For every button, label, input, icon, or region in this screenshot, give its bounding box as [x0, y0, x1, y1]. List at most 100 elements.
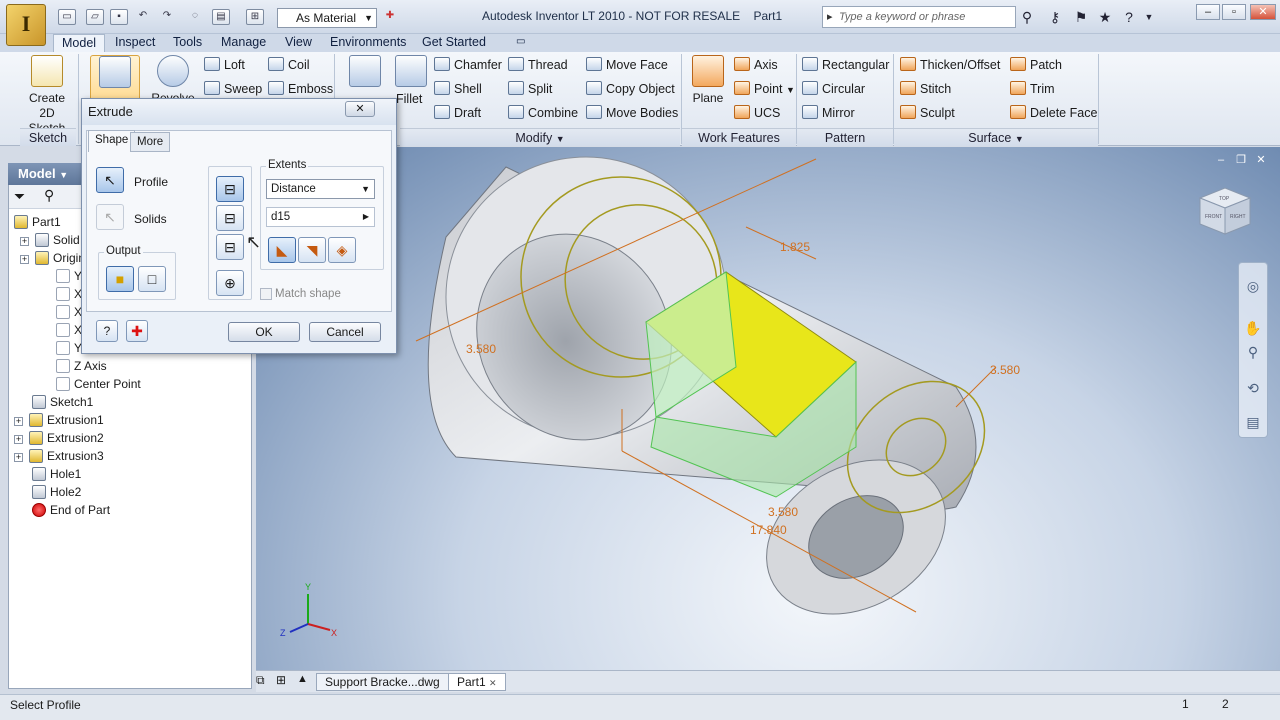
help-button[interactable]: ?	[96, 320, 118, 342]
tab-tools[interactable]: Tools	[165, 34, 210, 52]
tree-item[interactable]: + Extrusion3	[14, 447, 250, 465]
tab-shape[interactable]: Shape	[88, 130, 136, 152]
circular-pattern-button[interactable]: Circular	[802, 80, 865, 100]
tree-item[interactable]: Hole1	[14, 465, 250, 483]
chamfer-button[interactable]: Chamfer	[434, 56, 502, 76]
application-menu-button[interactable]: I	[6, 4, 46, 46]
tab-scroll-up-icon[interactable]: ▲	[297, 673, 308, 685]
steering-wheel-icon[interactable]: ◎	[1243, 276, 1263, 296]
tree-item[interactable]: + Extrusion1	[14, 411, 250, 429]
close-icon[interactable]: ✕	[1250, 4, 1276, 20]
orbit-icon[interactable]: ⟲	[1243, 378, 1263, 398]
undo-icon[interactable]: ↶	[134, 9, 152, 25]
ribbon-minimize-icon[interactable]: ▭	[508, 34, 533, 52]
favorites-star-icon[interactable]: ★	[1096, 8, 1114, 26]
update-icon[interactable]: ▤	[212, 9, 230, 25]
return-icon[interactable]: ◌	[186, 9, 204, 25]
appearance-icon[interactable]: ✚	[381, 9, 399, 25]
expand-icon[interactable]: +	[14, 417, 23, 426]
tab-get-started[interactable]: Get Started	[414, 34, 494, 52]
save-icon[interactable]: ▪	[110, 9, 128, 25]
tree-item[interactable]: Hole2	[14, 483, 250, 501]
combine-button[interactable]: Combine	[508, 104, 578, 124]
rectangular-pattern-button[interactable]: Rectangular	[802, 56, 889, 76]
match-shape-checkbox[interactable]	[260, 288, 272, 300]
output-solid-button[interactable]: ■	[106, 266, 134, 292]
point-button[interactable]: Point ▼	[734, 80, 795, 100]
viewport-close-icon[interactable]: ✕	[1254, 154, 1268, 166]
ucs-button[interactable]: UCS	[734, 104, 780, 124]
emboss-button[interactable]: Emboss	[268, 80, 333, 100]
dimension-label-4[interactable]: 3.580	[768, 505, 798, 519]
draft-button[interactable]: Draft	[434, 104, 481, 124]
tab-close-icon[interactable]: ✕	[489, 678, 497, 688]
chevron-right-icon[interactable]: ▶	[363, 208, 369, 226]
help-icon[interactable]: ?	[1120, 8, 1138, 26]
extents-select[interactable]: Distance ▼	[266, 179, 375, 199]
tree-item[interactable]: Z Axis	[14, 357, 250, 375]
expand-icon[interactable]: +	[14, 435, 23, 444]
help-chevron-icon[interactable]: ▼	[1140, 8, 1158, 26]
find-binoculars-icon[interactable]: ⚲	[44, 187, 54, 204]
minimize-icon[interactable]: –	[1196, 4, 1220, 20]
tab-environments[interactable]: Environments	[322, 34, 414, 52]
doc-tab-part1[interactable]: Part1 ✕	[448, 673, 506, 691]
tree-item[interactable]: + Extrusion2	[14, 429, 250, 447]
subscription-icon[interactable]: ⚷	[1046, 8, 1064, 26]
pan-hand-icon[interactable]: ✋	[1243, 318, 1263, 338]
tab-manage[interactable]: Manage	[213, 34, 274, 52]
dialog-close-button[interactable]: ✕	[345, 101, 375, 117]
tree-item[interactable]: Center Point	[14, 375, 250, 393]
tile-windows-icon[interactable]: ⧉	[256, 673, 265, 688]
communication-icon[interactable]: ⚑	[1072, 8, 1090, 26]
direction-2-button[interactable]: ◥	[298, 237, 326, 263]
dimension-label-2[interactable]: 3.580	[990, 363, 1020, 377]
fillet-button[interactable]	[386, 55, 436, 91]
tree-item[interactable]: Sketch1	[14, 393, 250, 411]
sweep-button[interactable]: Sweep	[204, 80, 262, 100]
new-solid-button[interactable]: ⊕	[216, 270, 244, 296]
expand-icon[interactable]: +	[20, 255, 29, 264]
dimension-label-5[interactable]: 17.840	[750, 523, 787, 537]
viewport-minimize-icon[interactable]: –	[1214, 154, 1228, 166]
cancel-button[interactable]: Cancel	[309, 322, 381, 342]
plane-button[interactable]: Plane	[683, 55, 733, 106]
hole-button[interactable]	[340, 55, 390, 91]
trim-button[interactable]: Trim	[1010, 80, 1055, 100]
patch-button[interactable]: Patch	[1010, 56, 1062, 76]
tab-more[interactable]: More	[130, 132, 171, 152]
apply-plus-button[interactable]: ✚	[126, 320, 148, 342]
thicken-offset-button[interactable]: Thicken/Offset	[900, 56, 1000, 76]
coil-button[interactable]: Coil	[268, 56, 310, 76]
solids-select-button[interactable]: ↖	[96, 204, 124, 230]
loft-button[interactable]: Loft	[204, 56, 245, 76]
material-select[interactable]: As Material ▼	[277, 8, 377, 28]
axis-button[interactable]: Axis	[734, 56, 778, 76]
delete-face-button[interactable]: Delete Face	[1010, 104, 1097, 124]
redo-icon[interactable]: ↷	[158, 9, 176, 25]
move-bodies-button[interactable]: Move Bodies	[586, 104, 678, 124]
distance-input[interactable]: d15 ▶	[266, 207, 375, 227]
stitch-button[interactable]: Stitch	[900, 80, 951, 100]
profile-select-button[interactable]: ↖	[96, 167, 124, 193]
mirror-button[interactable]: Mirror	[802, 104, 855, 124]
new-icon[interactable]: ▭	[58, 9, 76, 25]
select-icon[interactable]: ⊞	[246, 9, 264, 25]
binoculars-icon[interactable]: ⚲	[1018, 8, 1036, 26]
move-face-button[interactable]: Move Face	[586, 56, 668, 76]
thread-button[interactable]: Thread	[508, 56, 568, 76]
view-cube[interactable]: FRONT RIGHT TOP	[1198, 186, 1252, 236]
expand-icon[interactable]: +	[20, 237, 29, 246]
ok-button[interactable]: OK	[228, 322, 300, 342]
panel-label-modify[interactable]: Modify ▼	[400, 128, 680, 146]
panel-label-surface[interactable]: Surface ▼	[894, 128, 1098, 146]
tab-view[interactable]: View	[277, 34, 320, 52]
doc-tab-support-bracket[interactable]: Support Bracke...dwg	[316, 673, 449, 691]
create-2d-sketch-button[interactable]: Create2D Sketch	[22, 55, 72, 136]
look-at-icon[interactable]: ▤	[1243, 412, 1263, 432]
expand-icon[interactable]: +	[14, 453, 23, 462]
join-button[interactable]: ⊟	[216, 176, 244, 202]
dimension-label-1[interactable]: 1.825	[780, 240, 810, 254]
direction-1-button[interactable]: ◣	[268, 237, 296, 263]
split-button[interactable]: Split	[508, 80, 552, 100]
